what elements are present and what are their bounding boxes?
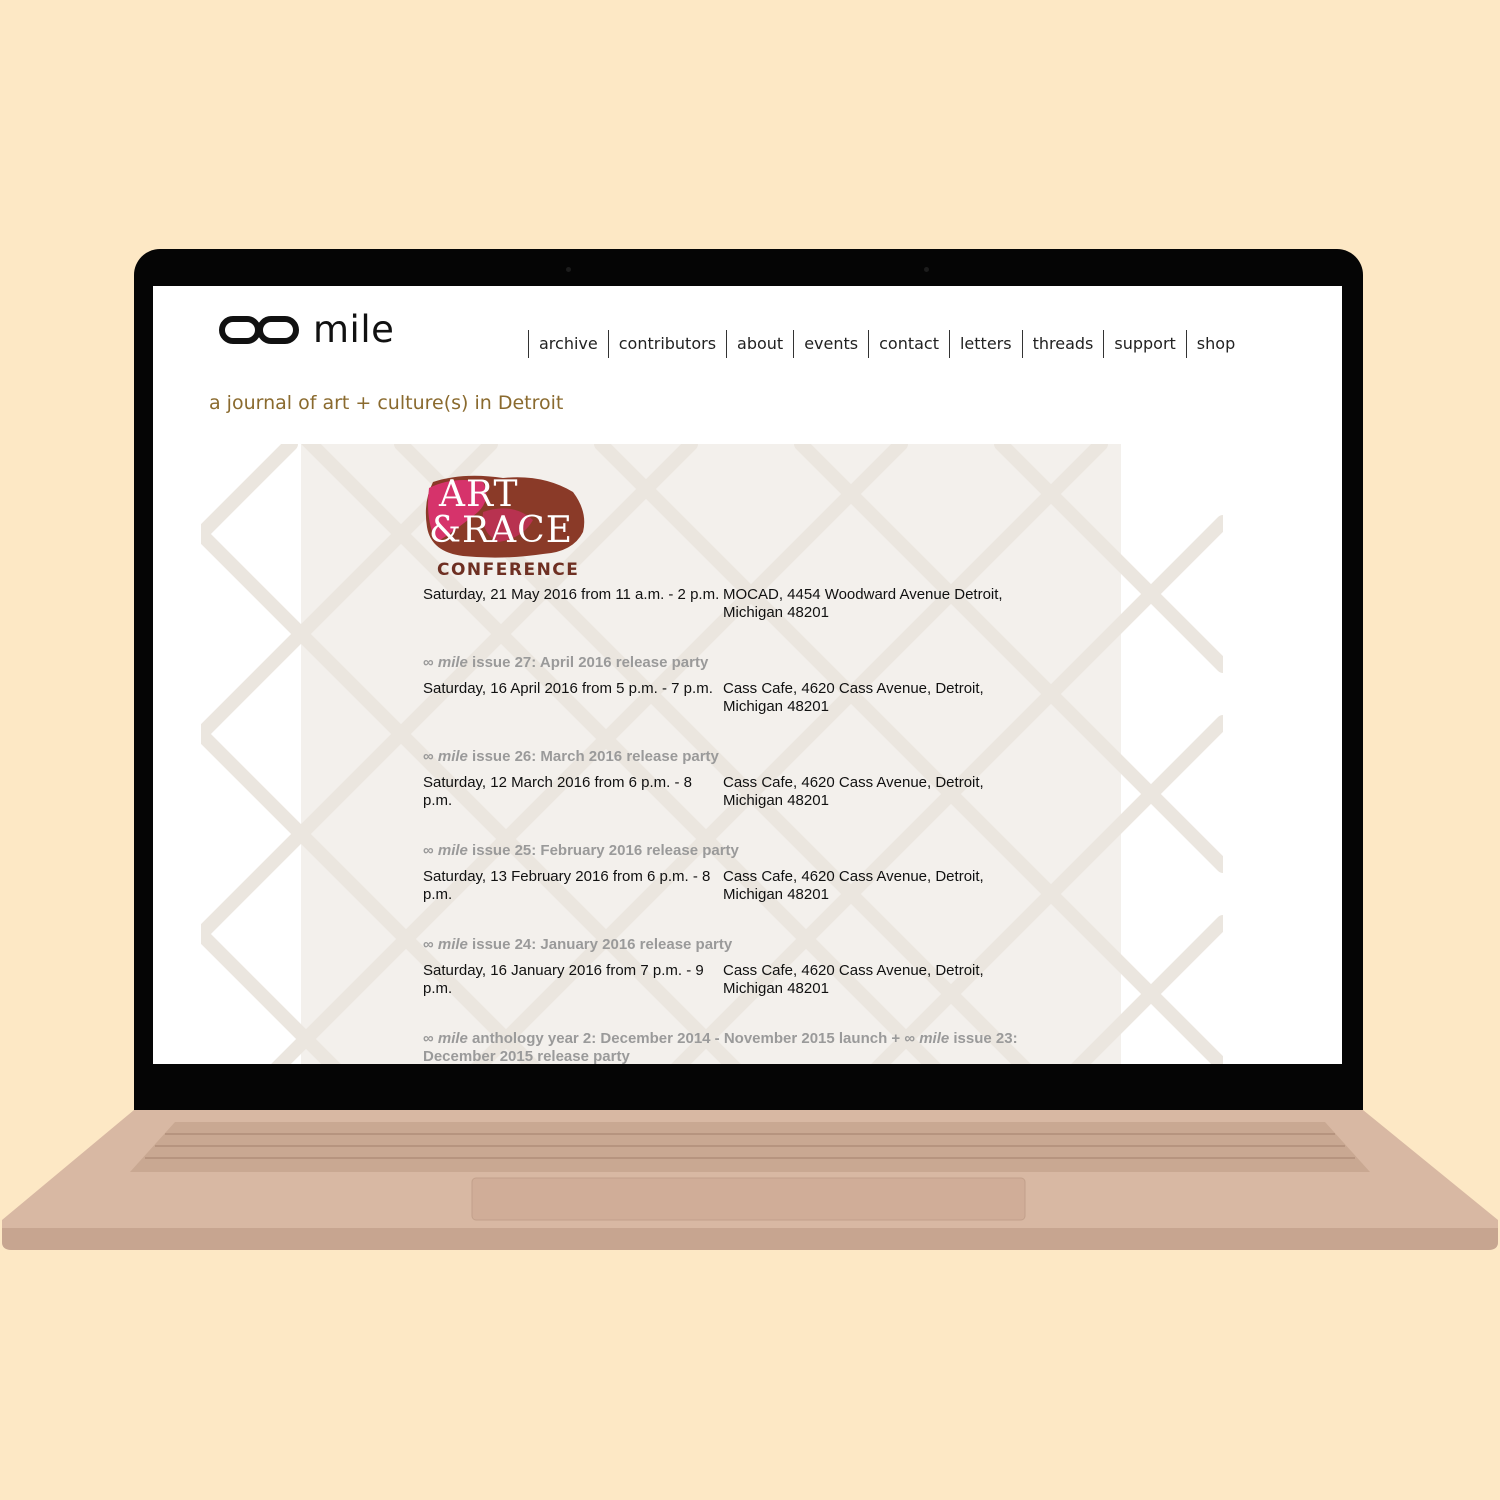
conference-logo-line3: CONFERENCE bbox=[437, 560, 580, 580]
event-title[interactable]: ∞ mile issue 25: February 2016 release p… bbox=[423, 842, 1023, 860]
nav-events[interactable]: events bbox=[793, 330, 868, 358]
event-title-italic: mile bbox=[919, 1030, 950, 1047]
event-title-italic: mile bbox=[437, 1030, 468, 1047]
main-nav: archive contributors about events contac… bbox=[528, 330, 1245, 358]
event-title-italic: mile bbox=[437, 654, 468, 671]
browser-screen: mile archive contributors about events c… bbox=[153, 286, 1342, 1064]
nav-contact[interactable]: contact bbox=[868, 330, 949, 358]
nav-about[interactable]: about bbox=[726, 330, 793, 358]
trackpad bbox=[471, 1177, 1026, 1221]
site-logo[interactable]: mile bbox=[219, 308, 394, 351]
event-title-italic: mile bbox=[437, 748, 468, 765]
event-row: Saturday, 12 March 2016 from 6 p.m. - 8 … bbox=[423, 774, 1023, 810]
event-title-text: anthology year 2: December 2014 - Novemb… bbox=[467, 1030, 920, 1047]
nav-threads[interactable]: threads bbox=[1021, 330, 1104, 358]
event-title[interactable]: ∞ mile issue 27: April 2016 release part… bbox=[423, 654, 1023, 672]
event-row: Saturday, 16 January 2016 from 7 p.m. - … bbox=[423, 962, 1023, 998]
event-title[interactable]: ∞ mile issue 24: January 2016 release pa… bbox=[423, 936, 1023, 954]
nav-support[interactable]: support bbox=[1103, 330, 1185, 358]
infinity-glyph: ∞ bbox=[423, 748, 438, 765]
infinity-glyph: ∞ bbox=[423, 1030, 438, 1047]
nav-shop[interactable]: shop bbox=[1185, 330, 1245, 358]
event-where: Cass Cafe, 4620 Cass Avenue, Detroit, Mi… bbox=[723, 962, 984, 997]
event-title-text: issue 24: January 2016 release party bbox=[467, 936, 733, 953]
event-when: Saturday, 16 April 2016 from 5 p.m. - 7 … bbox=[423, 680, 713, 697]
event-when: Saturday, 21 May 2016 from 11 a.m. - 2 p… bbox=[423, 586, 720, 603]
event-when: Saturday, 16 January 2016 from 7 p.m. - … bbox=[423, 962, 704, 997]
sensor-dot bbox=[566, 267, 571, 272]
event-where: Cass Cafe, 4620 Cass Avenue, Detroit, Mi… bbox=[723, 680, 984, 715]
laptop-keyboard-base bbox=[2, 1110, 1498, 1250]
event-title-text: issue 25: February 2016 release party bbox=[467, 842, 739, 859]
infinity-glyph: ∞ bbox=[423, 842, 438, 859]
event-title-text: issue 27: April 2016 release party bbox=[467, 654, 709, 671]
infinity-logo-icon bbox=[219, 315, 299, 344]
event-when: Saturday, 12 March 2016 from 6 p.m. - 8 … bbox=[423, 774, 693, 809]
event-when: Saturday, 13 February 2016 from 6 p.m. -… bbox=[423, 868, 711, 903]
event-where: Cass Cafe, 4620 Cass Avenue, Detroit, Mi… bbox=[723, 868, 984, 903]
nav-archive[interactable]: archive bbox=[528, 330, 608, 358]
event-title[interactable]: ∞ mile issue 26: March 2016 release part… bbox=[423, 748, 1023, 766]
logo-text: mile bbox=[313, 308, 395, 351]
event-title-text: issue 26: March 2016 release party bbox=[467, 748, 719, 765]
event-title-italic: mile bbox=[437, 936, 468, 953]
art-race-conference-logo[interactable]: ART &RACE CONFERENCE bbox=[423, 472, 588, 584]
nav-contributors[interactable]: contributors bbox=[607, 330, 726, 358]
events-list: ART &RACE CONFERENCE Saturday, 21 May 20… bbox=[423, 472, 1023, 1065]
conference-logo-line1: ART bbox=[439, 474, 519, 515]
keyboard-area bbox=[130, 1122, 1370, 1172]
event-title-italic: mile bbox=[437, 842, 468, 859]
event-row: Saturday, 13 February 2016 from 6 p.m. -… bbox=[423, 868, 1023, 904]
event-where: Cass Cafe, 4620 Cass Avenue, Detroit, Mi… bbox=[723, 774, 984, 809]
nav-letters[interactable]: letters bbox=[948, 330, 1022, 358]
event-row: Saturday, 21 May 2016 from 11 a.m. - 2 p… bbox=[423, 586, 1023, 622]
site-tagline: a journal of art + culture(s) in Detroit bbox=[209, 392, 564, 414]
infinity-glyph: ∞ bbox=[423, 654, 438, 671]
event-where: MOCAD, 4454 Woodward Avenue Detroit, Mic… bbox=[723, 586, 1003, 621]
event-row: Saturday, 16 April 2016 from 5 p.m. - 7 … bbox=[423, 680, 1023, 716]
camera-dot bbox=[924, 267, 929, 272]
event-title[interactable]: ∞ mile anthology year 2: December 2014 -… bbox=[423, 1030, 1023, 1064]
infinity-glyph: ∞ bbox=[423, 936, 438, 953]
conference-logo-line2: &RACE bbox=[429, 510, 573, 551]
